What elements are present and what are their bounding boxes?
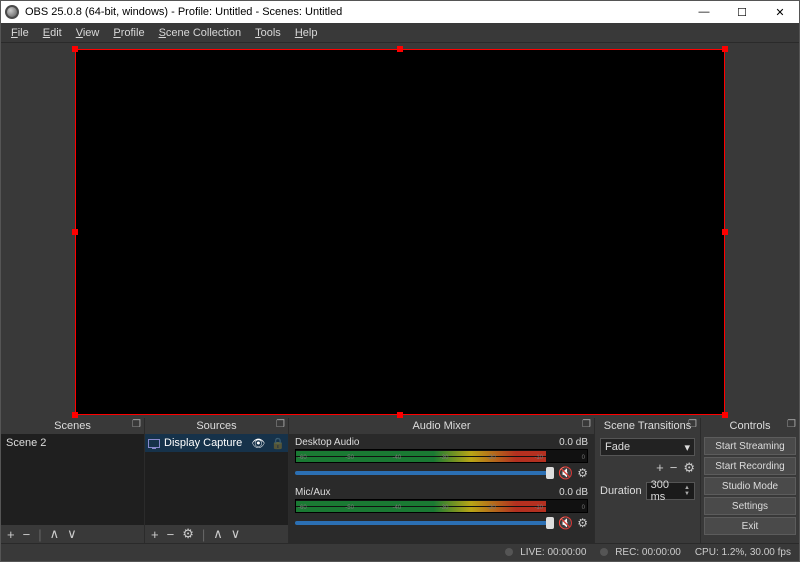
- live-dot-icon: [505, 548, 513, 556]
- resize-handle-icon[interactable]: [397, 46, 403, 52]
- menubar: File Edit View Profile Scene Collection …: [1, 23, 799, 43]
- cpu-status: CPU: 1.2%, 30.00 fps: [695, 547, 791, 558]
- popout-icon[interactable]: ❐: [276, 419, 285, 430]
- start-recording-button[interactable]: Start Recording: [704, 457, 796, 475]
- titlebar: OBS 25.0.8 (64-bit, windows) - Profile: …: [1, 1, 799, 23]
- sources-panel: Sources ❐ Display Capture 👁 🔒 +: [145, 418, 289, 543]
- menu-view[interactable]: View: [70, 25, 106, 41]
- window-title: OBS 25.0.8 (64-bit, windows) - Profile: …: [25, 6, 342, 18]
- channel-db: 0.0 dB: [559, 437, 588, 448]
- scene-item[interactable]: Scene 2: [1, 434, 144, 452]
- spin-down-icon[interactable]: ▼: [684, 491, 690, 497]
- source-down-button[interactable]: ∨: [231, 526, 241, 542]
- rec-status: REC: 00:00:00: [600, 547, 680, 558]
- channel-db: 0.0 dB: [559, 487, 588, 498]
- remove-scene-button[interactable]: −: [23, 527, 31, 542]
- window-maximize-button[interactable]: ☐: [723, 1, 761, 23]
- vu-meter: -60-50-40-30-20-100: [295, 449, 588, 463]
- vu-meter: -60-50-40-30-20-100: [295, 499, 588, 513]
- transition-select[interactable]: Fade ▾: [600, 438, 695, 456]
- transition-properties-button[interactable]: ⚙: [683, 460, 695, 476]
- resize-handle-icon[interactable]: [72, 229, 78, 235]
- resize-handle-icon[interactable]: [72, 46, 78, 52]
- channel-name: Mic/Aux: [295, 487, 331, 498]
- display-capture-icon: [148, 439, 160, 448]
- panel-title: Audio Mixer: [412, 420, 470, 432]
- panel-title: Controls: [730, 420, 771, 432]
- source-label: Display Capture: [164, 437, 242, 449]
- studio-mode-button[interactable]: Studio Mode: [704, 477, 796, 495]
- duration-input[interactable]: 300 ms ▲ ▼: [646, 482, 695, 500]
- resize-handle-icon[interactable]: [722, 46, 728, 52]
- popout-icon[interactable]: ❐: [688, 419, 697, 430]
- panel-header: Audio Mixer ❐: [289, 418, 594, 434]
- panel-header: Scenes ❐: [1, 418, 144, 434]
- transitions-panel: Scene Transitions ❐ Fade ▾ + − ⚙ Duratio…: [595, 418, 701, 543]
- mute-icon[interactable]: 🔇: [558, 466, 573, 480]
- channel-name: Desktop Audio: [295, 437, 360, 448]
- add-transition-button[interactable]: +: [656, 460, 664, 476]
- chevron-down-icon: ▾: [684, 441, 690, 454]
- panel-header: Controls ❐: [701, 418, 799, 434]
- mixer-channel: Mic/Aux 0.0 dB -60-50-40-30-20-100 🔇 ⚙: [289, 484, 594, 534]
- exit-button[interactable]: Exit: [704, 517, 796, 535]
- mixer-channel: Desktop Audio 0.0 dB -60-50-40-30-20-100…: [289, 434, 594, 484]
- popout-icon[interactable]: ❐: [132, 419, 141, 430]
- add-scene-button[interactable]: +: [7, 527, 15, 542]
- live-status: LIVE: 00:00:00: [505, 547, 586, 558]
- scenes-toolbar: + − | ∧ ∨: [1, 525, 144, 543]
- resize-handle-icon[interactable]: [72, 412, 78, 418]
- panel-title: Scene Transitions: [604, 420, 691, 432]
- scenes-panel: Scenes ❐ Scene 2 + − | ∧ ∨: [1, 418, 145, 543]
- popout-icon[interactable]: ❐: [787, 419, 796, 430]
- status-bar: LIVE: 00:00:00 REC: 00:00:00 CPU: 1.2%, …: [1, 543, 799, 561]
- source-item[interactable]: Display Capture 👁 🔒: [145, 434, 288, 452]
- visibility-toggle-icon[interactable]: 👁: [251, 437, 265, 450]
- duration-value: 300 ms: [651, 479, 684, 503]
- sources-list[interactable]: Display Capture 👁 🔒: [145, 434, 288, 525]
- panel-title: Sources: [196, 420, 236, 432]
- channel-settings-icon[interactable]: ⚙: [577, 516, 588, 530]
- transition-selected: Fade: [605, 441, 630, 453]
- preview-area[interactable]: [1, 43, 799, 418]
- remove-transition-button[interactable]: −: [670, 460, 678, 476]
- controls-panel: Controls ❐ Start Streaming Start Recordi…: [701, 418, 799, 543]
- source-bounding-box[interactable]: [75, 49, 725, 415]
- remove-source-button[interactable]: −: [167, 527, 175, 542]
- audio-mixer-panel: Audio Mixer ❐ Desktop Audio 0.0 dB -60-5…: [289, 418, 595, 543]
- panel-header: Scene Transitions ❐: [595, 418, 700, 434]
- sources-toolbar: + − ⚙ | ∧ ∨: [145, 525, 288, 543]
- settings-button[interactable]: Settings: [704, 497, 796, 515]
- menu-edit[interactable]: Edit: [37, 25, 68, 41]
- volume-slider[interactable]: [295, 521, 554, 525]
- resize-handle-icon[interactable]: [397, 412, 403, 418]
- volume-slider[interactable]: [295, 471, 554, 475]
- source-up-button[interactable]: ∧: [213, 526, 223, 542]
- menu-scene-collection[interactable]: Scene Collection: [153, 25, 248, 41]
- panel-header: Sources ❐: [145, 418, 288, 434]
- window-minimize-button[interactable]: —: [685, 1, 723, 23]
- app-logo-icon: [5, 5, 19, 19]
- preview-canvas[interactable]: [75, 49, 725, 415]
- resize-handle-icon[interactable]: [722, 412, 728, 418]
- scene-up-button[interactable]: ∧: [50, 526, 60, 542]
- channel-settings-icon[interactable]: ⚙: [577, 466, 588, 480]
- source-properties-button[interactable]: ⚙: [182, 526, 194, 542]
- scene-down-button[interactable]: ∨: [67, 526, 77, 542]
- resize-handle-icon[interactable]: [722, 229, 728, 235]
- menu-help[interactable]: Help: [289, 25, 324, 41]
- panel-title: Scenes: [54, 420, 91, 432]
- menu-file[interactable]: File: [5, 25, 35, 41]
- popout-icon[interactable]: ❐: [582, 419, 591, 430]
- start-streaming-button[interactable]: Start Streaming: [704, 437, 796, 455]
- rec-dot-icon: [600, 548, 608, 556]
- menu-tools[interactable]: Tools: [249, 25, 287, 41]
- scenes-list[interactable]: Scene 2: [1, 434, 144, 525]
- add-source-button[interactable]: +: [151, 527, 159, 542]
- window-close-button[interactable]: ✕: [761, 1, 799, 23]
- lock-toggle-icon[interactable]: 🔒: [271, 437, 285, 450]
- duration-label: Duration: [600, 485, 642, 497]
- mute-icon[interactable]: 🔇: [558, 516, 573, 530]
- menu-profile[interactable]: Profile: [107, 25, 150, 41]
